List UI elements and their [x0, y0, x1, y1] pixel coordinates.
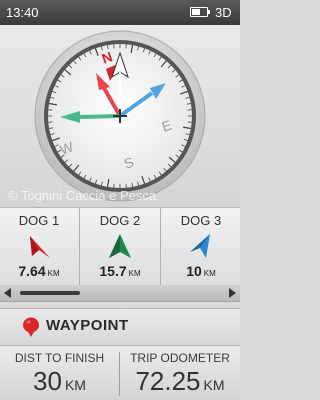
direction-arrow-icon — [190, 234, 210, 258]
status-bar: 13:40 3D — [0, 0, 240, 25]
waypoint-pin-icon — [23, 317, 39, 337]
scroll-left-icon[interactable] — [4, 288, 11, 298]
direction-arrow-icon — [109, 234, 131, 258]
compass-panel[interactable]: N E S W © Tognini Caccia e Pesca — [0, 25, 240, 207]
dog-card-1[interactable]: DOG 1 7.64 KM — [0, 208, 78, 286]
dogs-panel: DOG 1 7.64 KM DOG 2 15.7 KM DOG 3 10 KM — [0, 207, 240, 287]
dist-to-finish-field[interactable]: DIST TO FINISH 30 KM — [0, 346, 119, 400]
dog-name: DOG 1 — [18, 213, 60, 228]
trip-odometer-field[interactable]: TRIP ODOMETER 72.25 KM — [120, 346, 240, 400]
scroll-thumb[interactable] — [20, 291, 80, 295]
direction-arrow-icon — [30, 236, 50, 258]
stat-value: 30 KM — [33, 366, 86, 396]
horizontal-scrollbar[interactable] — [0, 285, 240, 302]
battery-icon — [190, 7, 210, 17]
view-mode-label[interactable]: 3D — [215, 5, 232, 20]
trip-stats: DIST TO FINISH 30 KM TRIP ODOMETER 72.25 K… — [0, 346, 240, 400]
compass: N E S W — [34, 30, 206, 202]
dog-distance: 7.64 KM — [18, 263, 60, 279]
dog-distance: 15.7 KM — [99, 263, 141, 279]
stat-value: 72.25 KM — [135, 366, 225, 396]
dog-name: DOG 3 — [180, 213, 222, 228]
stat-title: TRIP ODOMETER — [130, 351, 230, 365]
stat-title: DIST TO FINISH — [14, 351, 105, 365]
scroll-right-icon[interactable] — [229, 288, 236, 298]
dog-name: DOG 2 — [99, 213, 141, 228]
waypoint-row[interactable]: WAYPOINT — [0, 308, 240, 346]
dog-card-3[interactable]: DOG 3 10 KM — [162, 208, 240, 286]
dog-card-2[interactable]: DOG 2 15.7 KM — [81, 208, 159, 286]
clock: 13:40 — [6, 5, 39, 20]
watermark: © Tognini Caccia e Pesca — [8, 188, 157, 203]
dog-distance: 10 KM — [186, 263, 216, 279]
waypoint-label: WAYPOINT — [46, 317, 129, 334]
